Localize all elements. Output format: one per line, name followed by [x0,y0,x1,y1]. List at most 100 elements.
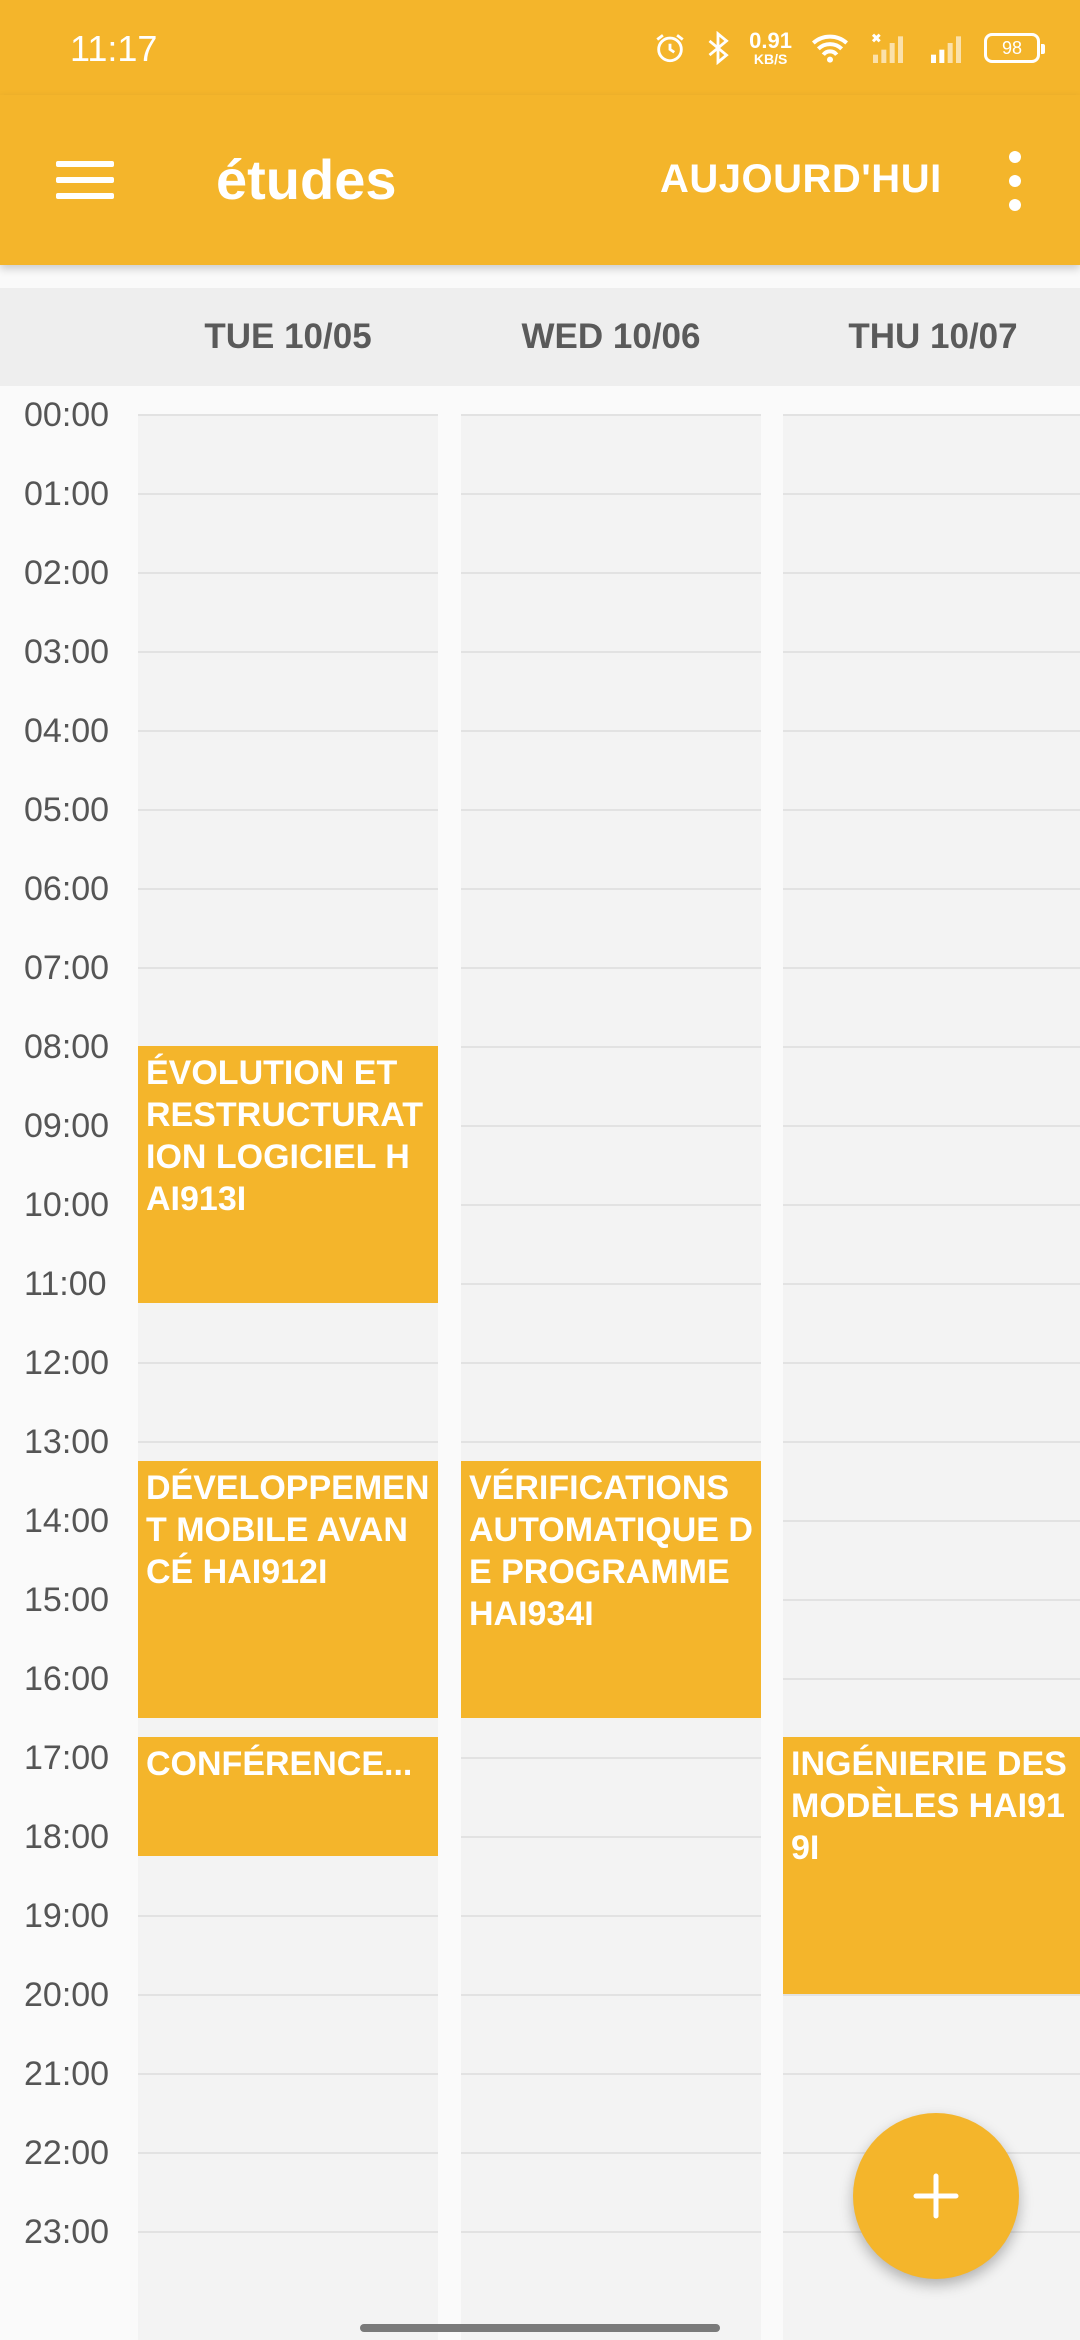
hour-label: 08:00 [24,1028,110,1066]
more-icon-dot [1009,175,1021,187]
hour-gridline [783,1283,1080,1285]
battery-icon: 98 [984,33,1045,63]
status-time: 11:17 [70,28,158,69]
hour-gridline [138,1441,438,1443]
hour-gridline [783,730,1080,732]
hour-label: 03:00 [24,633,110,671]
status-icons: 0.91 KB/S 98 [653,24,1045,72]
hour-gridline [461,1757,761,1759]
hour-gridline [461,1046,761,1048]
day-column[interactable]: ÉVOLUTION ET RESTRUCTURATION LOGICIEL HA… [138,414,438,2340]
hour-gridline [138,572,438,574]
signal-icon [868,31,908,65]
hour-gridline [783,572,1080,574]
hour-label: 15:00 [24,1581,110,1619]
hour-gridline [138,967,438,969]
hour-gridline [783,414,1080,416]
day-header-row: TUE 10/05 WED 10/06 THU 10/07 [0,288,1080,386]
hour-gridline [461,2231,761,2233]
hour-label: 16:00 [24,1660,110,1698]
hour-gridline [783,809,1080,811]
hour-label: 19:00 [24,1897,110,1935]
day-column[interactable]: INGÉNIERIE DES MODÈLES HAI919I [783,414,1080,2340]
hour-gridline [461,572,761,574]
day-column[interactable]: VÉRIFICATIONS AUTOMATIQUE DE PROGRAMME H… [461,414,761,2340]
hour-label: 22:00 [24,2134,110,2172]
hour-gridline [138,2152,438,2154]
more-icon-dot [1009,151,1021,163]
hour-gridline [783,1994,1080,1996]
hour-gridline [783,2073,1080,2075]
hour-label: 06:00 [24,870,110,908]
net-speed-value: 0.91 [749,28,792,53]
signal-icon [926,31,966,65]
hour-label: 13:00 [24,1423,110,1461]
hour-label: 23:00 [24,2213,110,2251]
more-icon-dot [1009,199,1021,211]
hour-label: 10:00 [24,1186,110,1224]
hour-gridline [783,1441,1080,1443]
menu-icon-line [56,193,114,199]
hour-gridline [783,493,1080,495]
hour-gridline [783,651,1080,653]
hour-gridline [138,1994,438,1996]
hour-gridline [783,1599,1080,1601]
event-block[interactable]: INGÉNIERIE DES MODÈLES HAI919I [783,1737,1080,1994]
hour-gridline [461,651,761,653]
status-bar: 11:17 0.91 KB/S 98 [0,0,1080,95]
event-block[interactable]: CONFÉRENCE... [138,1737,438,1856]
today-button[interactable]: AUJOURD'HUI [660,157,942,202]
add-event-button[interactable] [853,2113,1019,2279]
hour-gridline [461,809,761,811]
app-title: études [216,148,397,211]
hour-gridline [461,967,761,969]
hour-label: 05:00 [24,791,110,829]
hour-gridline [461,1125,761,1127]
hour-gridline [138,730,438,732]
hour-gridline [138,1362,438,1364]
hour-label: 20:00 [24,1976,110,2014]
hour-gridline [461,730,761,732]
hour-label: 00:00 [24,396,110,434]
hour-gridline [138,809,438,811]
hour-gridline [138,414,438,416]
navigation-handle[interactable] [360,2324,720,2332]
net-speed-unit: KB/S [753,51,788,67]
menu-icon-line [56,177,114,183]
hour-label: 12:00 [24,1344,110,1382]
hour-label: 09:00 [24,1107,110,1145]
hour-gridline [461,888,761,890]
hour-gridline [138,493,438,495]
more-options-button[interactable] [1000,151,1030,211]
calendar-grid[interactable]: ÉVOLUTION ET RESTRUCTURATION LOGICIEL HA… [0,386,1080,2340]
hour-gridline [461,493,761,495]
hour-gridline [138,1915,438,1917]
day-header[interactable]: WED 10/06 [461,288,761,386]
battery-level: 98 [1001,37,1023,58]
day-header[interactable]: THU 10/07 [783,288,1080,386]
event-block[interactable]: DÉVELOPPEMENT MOBILE AVANCÉ HAI912I [138,1461,438,1718]
hour-gridline [461,2152,761,2154]
hour-gridline [461,414,761,416]
hour-gridline [461,1994,761,1996]
hour-gridline [783,888,1080,890]
hour-gridline [461,1915,761,1917]
day-header[interactable]: TUE 10/05 [138,288,438,386]
hour-label: 11:00 [24,1265,107,1303]
wifi-icon [810,31,850,65]
net-speed: 0.91 KB/S [749,28,792,67]
hour-label: 14:00 [24,1502,110,1540]
hour-gridline [138,651,438,653]
menu-button[interactable] [50,155,120,205]
hour-gridline [461,1362,761,1364]
hour-label: 04:00 [24,712,110,750]
hour-gridline [783,1520,1080,1522]
hour-gridline [138,888,438,890]
event-block[interactable]: VÉRIFICATIONS AUTOMATIQUE DE PROGRAMME H… [461,1461,761,1718]
hour-label: 02:00 [24,554,110,592]
hour-gridline [461,2073,761,2075]
hour-gridline [138,2073,438,2075]
hour-label: 17:00 [24,1739,110,1777]
event-block[interactable]: ÉVOLUTION ET RESTRUCTURATION LOGICIEL HA… [138,1046,438,1303]
hour-gridline [783,1046,1080,1048]
